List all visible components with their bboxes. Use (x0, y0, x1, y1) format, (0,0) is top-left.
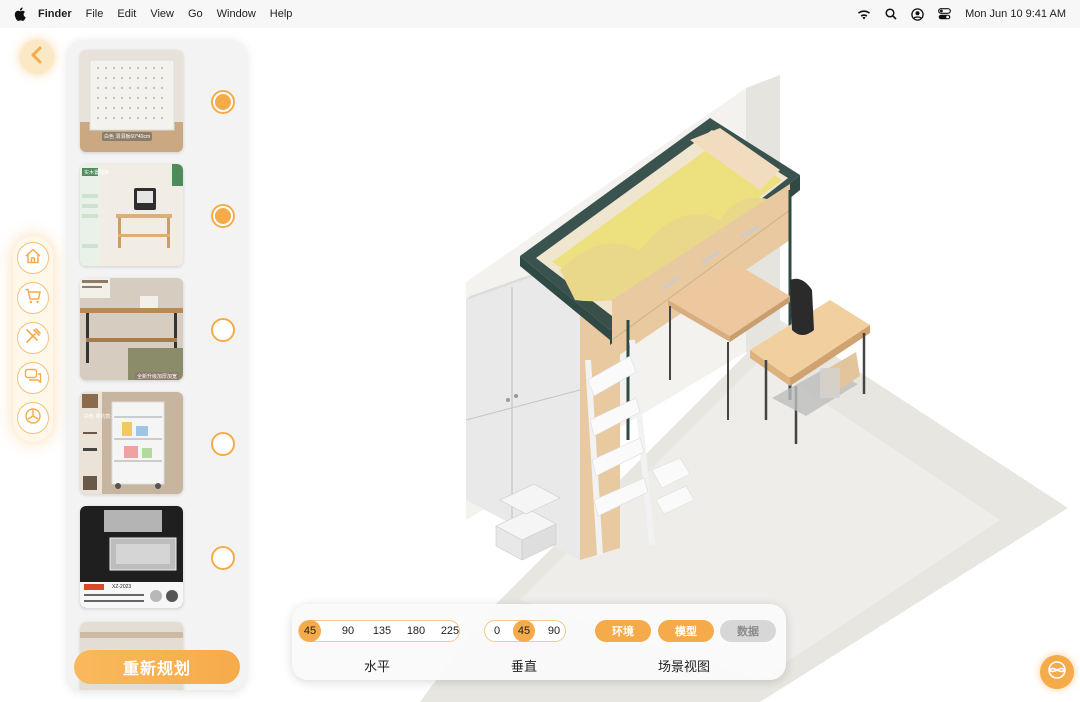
home-icon (24, 247, 42, 270)
compass-icon (24, 407, 42, 430)
nav-explore-button[interactable] (17, 402, 49, 434)
product-card-wood-shelf[interactable]: 实木置物架 (80, 164, 183, 266)
nav-chat-button[interactable] (17, 362, 49, 394)
menu-go[interactable]: Go (188, 8, 203, 20)
back-button[interactable] (20, 40, 54, 74)
horizontal-angle-225[interactable]: 225 (435, 621, 465, 641)
menu-help[interactable]: Help (270, 8, 293, 20)
mode-data-button[interactable]: 数据 (720, 620, 776, 642)
room-3d-scene[interactable] (250, 30, 1080, 702)
search-icon[interactable] (885, 8, 897, 20)
product-card-storage-cart[interactable]: 白色·简约款 (80, 392, 183, 494)
apple-icon[interactable] (14, 7, 26, 21)
product-tag: XZ-2023 (112, 584, 132, 590)
product-thumbnail (80, 392, 183, 494)
horizontal-angle-45[interactable]: 45 (299, 620, 321, 642)
vertical-angle-45[interactable]: 45 (513, 620, 535, 642)
product-card-desk[interactable]: 全新升级加厚加宽 (80, 278, 183, 380)
backpack (790, 278, 814, 335)
menu-app-name[interactable]: Finder (38, 8, 72, 20)
product-select-radio-4[interactable] (211, 432, 235, 456)
horizontal-angle-135[interactable]: 135 (367, 621, 397, 641)
mode-model-button[interactable]: 模型 (658, 620, 714, 642)
view-control-bar: 45 90 135 180 225 水平 0 45 90 垂直 环境 模型 数据… (292, 604, 786, 680)
control-center-icon[interactable] (938, 8, 951, 20)
horizontal-angle-180[interactable]: 180 (401, 621, 431, 641)
side-nav (13, 236, 53, 442)
mode-environment-button[interactable]: 环境 (595, 620, 651, 642)
orbit-icon (1047, 660, 1067, 685)
tools-icon (24, 327, 42, 350)
product-thumbnail (80, 278, 183, 380)
product-card-storage-box[interactable]: XZ-2023 (80, 506, 183, 608)
vertical-label: 垂直 (511, 659, 538, 674)
product-tag: 实木置物架 (84, 170, 110, 176)
product-tag: 白色·简约款 (84, 414, 111, 420)
horizontal-label: 水平 (364, 659, 391, 674)
chevron-left-icon (30, 46, 44, 69)
nav-cart-button[interactable] (17, 282, 49, 314)
vertical-angle-0[interactable]: 0 (489, 621, 505, 641)
menu-view[interactable]: View (150, 8, 174, 20)
product-select-radio-3[interactable] (211, 318, 235, 342)
nav-tools-button[interactable] (17, 322, 49, 354)
vertical-angle-selector: 0 45 90 (484, 620, 566, 642)
product-tag: 全新升级加厚加宽 (135, 372, 180, 380)
product-select-radio-1[interactable] (211, 90, 235, 114)
menu-bar: Finder File Edit View Go Window Help Mon… (0, 0, 1080, 28)
scene-view-label: 场景视图 (658, 659, 711, 674)
menu-edit[interactable]: Edit (117, 8, 136, 20)
product-list-panel: 白色 洞洞板60*40cm 实木置物架 全新升级加厚加宽 白色·简约款 XZ-2… (68, 40, 246, 690)
menu-datetime[interactable]: Mon Jun 10 9:41 AM (965, 8, 1066, 20)
replan-button[interactable]: 重新规划 (74, 650, 240, 684)
product-thumbnail (80, 164, 183, 266)
chat-icon (24, 367, 42, 390)
user-account-icon[interactable] (911, 7, 924, 21)
product-tag: 白色 洞洞板60*40cm (102, 132, 153, 141)
menu-file[interactable]: File (86, 8, 104, 20)
product-card-pegboard[interactable]: 白色 洞洞板60*40cm (80, 50, 183, 152)
product-select-radio-2[interactable] (211, 204, 235, 228)
wifi-icon[interactable] (857, 9, 871, 20)
product-thumbnail (80, 506, 183, 608)
nav-home-button[interactable] (17, 242, 49, 274)
horizontal-angle-selector: 45 90 135 180 225 (298, 620, 460, 642)
menu-window[interactable]: Window (217, 8, 256, 20)
cart-icon (24, 287, 42, 310)
vertical-angle-90[interactable]: 90 (543, 621, 565, 641)
product-select-radio-5[interactable] (211, 546, 235, 570)
horizontal-angle-90[interactable]: 90 (335, 621, 361, 641)
view-toggle-button[interactable] (1040, 655, 1074, 689)
